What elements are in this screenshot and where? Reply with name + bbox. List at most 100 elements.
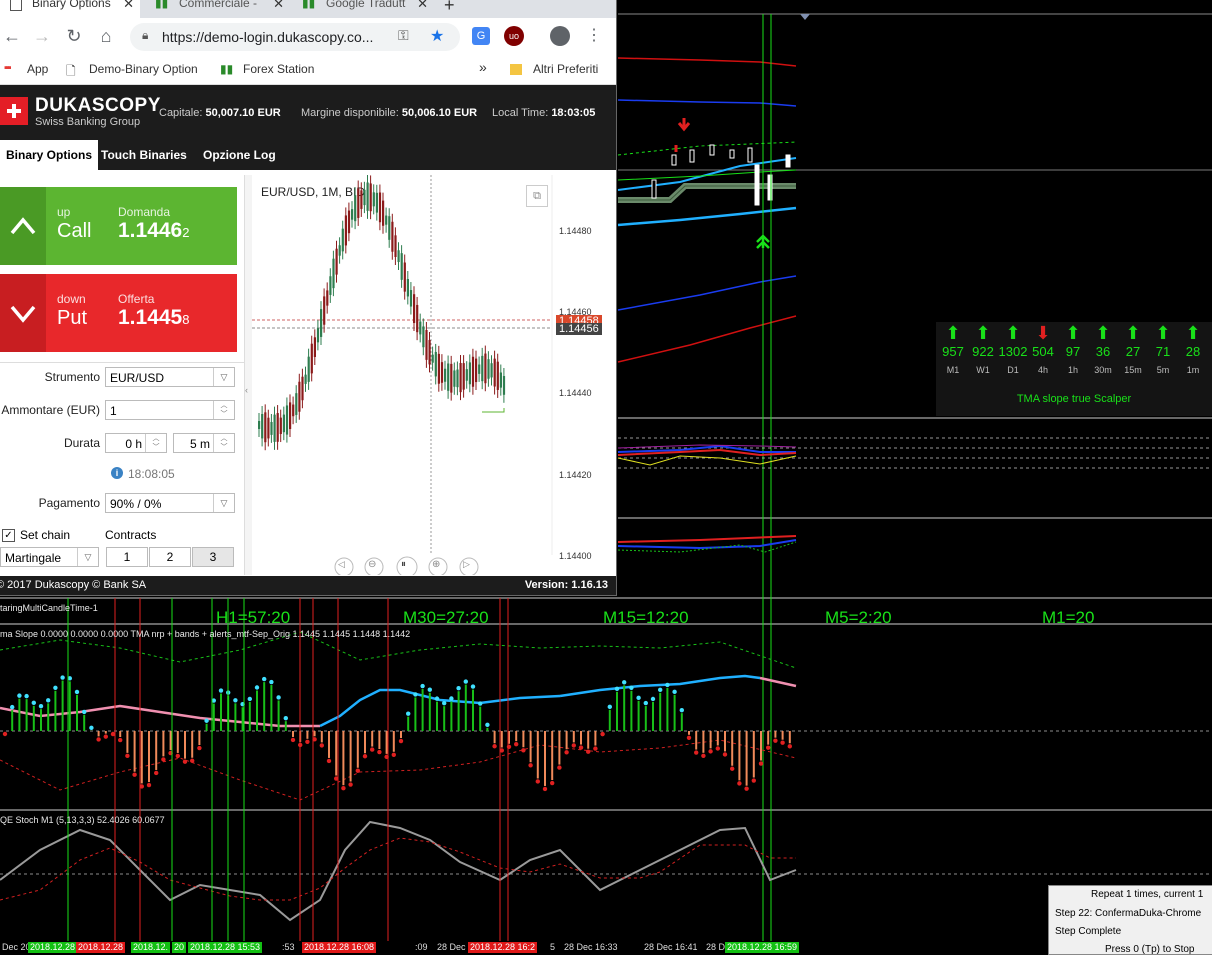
- histogram-bar: [479, 707, 481, 731]
- histogram-bar: [551, 731, 553, 780]
- signal-dot: [204, 719, 208, 723]
- page-icon: 🗋: [66, 62, 76, 83]
- stepper-icon[interactable]: ︿﹀: [145, 434, 166, 452]
- panel-splitter[interactable]: ‹: [244, 175, 252, 575]
- candle-body: [463, 363, 465, 390]
- histogram-bar: [566, 731, 568, 749]
- close-icon[interactable]: ✕: [273, 0, 284, 10]
- candle-body: [308, 357, 310, 382]
- dukascopy-logo: [0, 97, 28, 125]
- translate-icon[interactable]: G: [472, 27, 490, 45]
- zoom-out-icon[interactable]: ⊖: [368, 559, 376, 570]
- star-icon[interactable]: ★: [430, 26, 444, 46]
- signal-dot: [255, 685, 259, 689]
- contracts-button-2[interactable]: 2: [149, 547, 191, 567]
- candle-body: [404, 263, 406, 292]
- ublock-icon[interactable]: uo: [504, 26, 524, 46]
- key-icon[interactable]: ⚿: [398, 27, 409, 44]
- strategy-select[interactable]: Martingale▽: [0, 547, 99, 567]
- home-button[interactable]: ⌂: [94, 24, 118, 48]
- call-button[interactable]: up Call Domanda 1.14462: [0, 187, 237, 265]
- info-icon[interactable]: i: [111, 467, 123, 479]
- dukascopy-header: DUKASCOPY Swiss Banking Group Capitale: …: [0, 85, 616, 140]
- duration-hours-input[interactable]: 0 h︿﹀: [105, 433, 167, 453]
- forward-button[interactable]: →: [30, 24, 54, 48]
- bookmark-demo-binary[interactable]: Demo-Binary Option: [89, 62, 198, 76]
- set-chain-checkbox[interactable]: ✓: [2, 529, 15, 542]
- time-axis-label: 2018.12.28 15:53: [188, 942, 262, 953]
- close-icon[interactable]: ✕: [123, 0, 134, 10]
- bookmark-forex-station[interactable]: Forex Station: [243, 62, 314, 76]
- put-price-pip: 8: [182, 312, 189, 327]
- tma-timeframe: 15m: [1118, 363, 1148, 377]
- candles-icon: ▮▮: [155, 0, 168, 9]
- close-icon[interactable]: ✕: [417, 0, 428, 10]
- histogram-bar: [587, 731, 589, 749]
- tab-google-translate[interactable]: ▮▮ Google Tradutt ✕: [292, 0, 434, 18]
- candle-body: [497, 362, 499, 390]
- histogram-bar: [681, 713, 683, 731]
- candle-body: [367, 182, 369, 210]
- signal-dot: [428, 688, 432, 692]
- candle-body: [432, 355, 434, 363]
- address-bar[interactable]: 🔒︎ https://demo-login.dukascopy.co... ⚿ …: [130, 23, 460, 51]
- bookmark-other[interactable]: Altri Preferiti: [533, 62, 598, 76]
- more-bookmarks-button[interactable]: »: [479, 59, 487, 75]
- candle-body: [484, 354, 486, 384]
- new-tab-button[interactable]: +: [444, 0, 468, 18]
- price-chart[interactable]: EUR/USD, 1M, BID ⧉ 1.14480 1.14460 1.144…: [252, 175, 616, 575]
- signal-dot: [197, 746, 201, 750]
- instrument-select[interactable]: EUR/USD▽: [105, 367, 235, 387]
- candle-body: [407, 279, 409, 296]
- histogram-bar: [33, 706, 35, 731]
- tab-binary-options-product[interactable]: Binary Options: [0, 140, 98, 170]
- signal-dot: [723, 752, 727, 756]
- margin-label: Margine disponibile:: [301, 107, 399, 119]
- put-button[interactable]: down Put Offerta 1.14458: [0, 274, 237, 352]
- back-button[interactable]: ←: [0, 24, 24, 48]
- candle-body: [503, 376, 505, 395]
- signal-dot: [528, 763, 532, 767]
- menu-icon[interactable]: ⋮: [582, 24, 606, 48]
- time-axis-label: 28 Dec: [435, 942, 468, 953]
- margin-value: 50,006.10 EUR: [402, 107, 477, 119]
- price-tick-1: 1.14480: [559, 226, 592, 236]
- histogram-bar: [263, 682, 265, 731]
- contracts-button-3[interactable]: 3: [192, 547, 234, 567]
- zoom-in-icon[interactable]: ⊕: [432, 559, 440, 570]
- tab-touch-binaries[interactable]: Touch Binaries: [95, 140, 193, 170]
- reload-button[interactable]: ↻: [62, 24, 86, 48]
- tab-opzione-log[interactable]: Opzione Log: [197, 140, 282, 170]
- candle-body: [491, 363, 493, 377]
- put-price-main: 1.1445: [118, 306, 182, 329]
- scroll-left-icon[interactable]: ◁: [338, 559, 345, 570]
- reset-view-icon[interactable]: ⏸: [401, 559, 406, 570]
- histogram-bar: [386, 731, 388, 754]
- amount-input[interactable]: 1 ︿﹀: [105, 400, 235, 420]
- histogram-bar: [170, 731, 172, 750]
- histogram-bar: [688, 731, 690, 735]
- duration-minutes-input[interactable]: 5 m︿﹀: [173, 433, 235, 453]
- candle-body: [289, 402, 291, 429]
- candle-body: [301, 377, 303, 401]
- tab-binary-options[interactable]: Binary Options ✕: [0, 0, 140, 18]
- stepper-icon[interactable]: ︿﹀: [213, 401, 234, 419]
- payout-select[interactable]: 90% / 0%▽: [105, 493, 235, 513]
- histogram-bar: [746, 731, 748, 786]
- capital-info: Capitale: 50,007.10 EUR: [159, 107, 281, 119]
- profile-icon[interactable]: [550, 26, 570, 46]
- histogram-bar: [753, 731, 755, 778]
- scroll-right-icon[interactable]: ▷: [463, 559, 470, 570]
- contracts-button-1[interactable]: 1: [106, 547, 148, 567]
- signal-dot: [600, 732, 604, 736]
- signal-dot: [406, 711, 410, 715]
- histogram-bar: [148, 731, 150, 782]
- bookmark-app[interactable]: App: [27, 62, 48, 76]
- amount-value: 1: [110, 404, 117, 418]
- histogram-bar: [155, 731, 157, 770]
- stepper-icon[interactable]: ︿﹀: [213, 434, 234, 452]
- tab-commerciale[interactable]: ▮▮ Commerciale - ✕: [145, 0, 290, 18]
- candle-body: [286, 405, 288, 434]
- histogram-bar: [206, 724, 208, 731]
- candle-body: [466, 369, 468, 381]
